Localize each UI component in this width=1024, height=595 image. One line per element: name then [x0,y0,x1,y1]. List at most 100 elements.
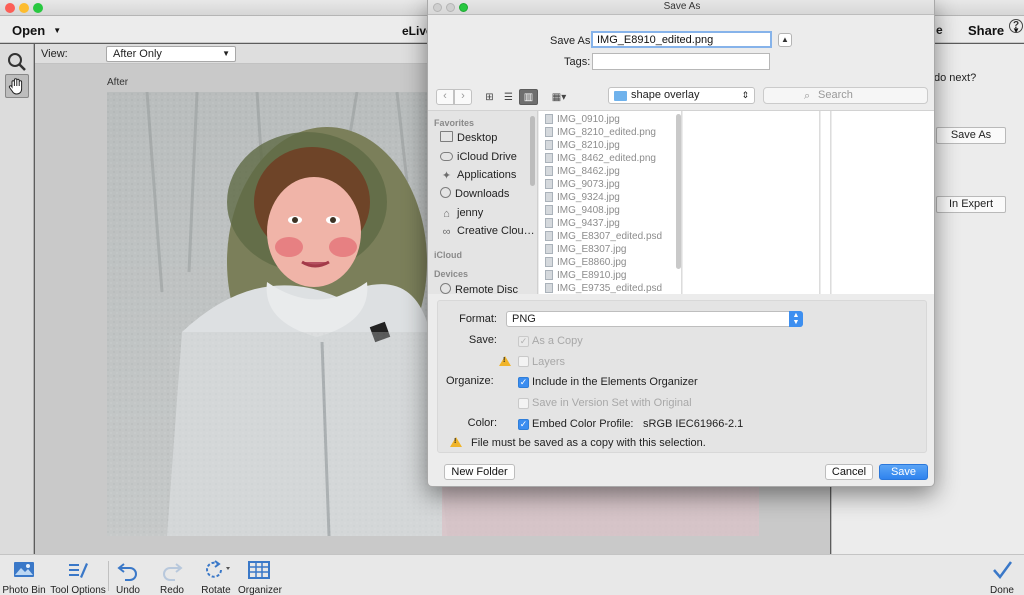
file-item[interactable]: IMG_8462.jpg [545,165,620,178]
file-item[interactable]: IMG_E8307_edited.psd [545,230,662,243]
file-item[interactable]: IMG_E8910.jpg [545,269,627,282]
zoom-window-button[interactable] [33,3,43,13]
in-expert-button[interactable]: In Expert [936,196,1006,213]
mode-tab-partial[interactable]: e [936,23,943,37]
color-profile-name: sRGB IEC61966-2.1 [643,418,744,430]
list-view-button[interactable]: ☰ [499,89,518,105]
chevron-left-icon: ‹ [443,90,447,102]
done-button[interactable]: Done [986,555,1018,595]
image-file-icon [545,231,553,241]
sidebar-item-home[interactable]: ⌂ jenny [440,205,483,221]
updown-arrows-icon: ▲ ▼ [789,311,803,327]
rotate-button[interactable]: Rotate [198,555,234,595]
as-a-copy-checkbox[interactable]: ✓ [518,336,529,347]
hand-tool-button[interactable] [5,74,29,98]
sidebar-item-label: Remote Disc [455,284,518,294]
cancel-button[interactable]: Cancel [825,464,873,480]
sidebar-item-creative-cloud[interactable]: ∞ Creative Clou… [440,223,535,239]
redo-button[interactable]: Redo [156,555,188,595]
open-menu[interactable]: Open ▼ [12,23,61,38]
search-input[interactable]: ⌕ Search [763,87,928,104]
sidebar-scrollbar[interactable] [530,116,535,186]
file-name: IMG_E8910.jpg [557,270,627,281]
share-menu-label: Share [968,23,1005,38]
open-menu-label: Open [12,23,46,38]
dialog-title: Save As [663,1,701,12]
file-item[interactable]: IMG_E8860.jpg [545,256,627,269]
icon-view-button[interactable]: ⊞ [480,89,499,105]
file-item[interactable]: IMG_9073.jpg [545,178,620,191]
file-name: IMG_8462_edited.png [557,153,656,164]
location-popup[interactable]: shape overlay ⇕ [608,87,755,104]
tool-panel [0,44,34,554]
version-set-checkbox[interactable] [518,398,529,409]
applications-icon: ✦ [441,170,452,182]
column-view-button[interactable]: ▥ [519,89,538,105]
sidebar-item-downloads[interactable]: Downloads [440,186,509,202]
save-button[interactable]: Save [879,464,928,480]
file-item[interactable]: IMG_0910.jpg [545,113,620,126]
embed-profile-checkbox[interactable]: ✓ [518,419,529,430]
new-folder-button[interactable]: New Folder [444,464,515,480]
grid-icon: ⊞ [485,92,494,103]
magnifier-icon [8,53,26,71]
file-item[interactable]: IMG_9408.jpg [545,204,620,217]
tags-input[interactable] [592,53,770,70]
view-label: View: [41,48,68,60]
tool-options-button[interactable]: Tool Options [50,555,106,595]
close-window-button[interactable] [5,3,15,13]
file-name: IMG_E8307.jpg [557,244,627,255]
image-file-icon [545,114,553,124]
organizer-button[interactable]: Organizer [238,555,282,595]
file-name: IMG_E8860.jpg [557,257,627,268]
filename-input[interactable] [591,31,772,48]
list-icon: ☰ [504,92,513,103]
file-list-scrollbar[interactable] [676,114,681,269]
forward-button[interactable]: › [454,89,472,105]
dialog-close-button[interactable] [433,3,442,12]
minimize-window-button[interactable] [19,3,29,13]
sidebar-item-desktop[interactable]: Desktop [440,130,497,146]
view-mode-select[interactable]: After Only ▼ [106,46,236,62]
undo-button[interactable]: Undo [112,555,144,595]
include-organizer-checkbox[interactable]: ✓ [518,377,529,388]
image-file-icon [545,127,553,137]
after-label: After [107,77,129,88]
file-name: IMG_E9735_edited.psd [557,283,663,294]
layers-checkbox[interactable] [518,356,529,367]
file-item[interactable]: IMG_E9735_edited.psd [545,282,662,294]
format-select[interactable]: PNG ▲ ▼ [506,311,803,327]
sidebar-item-remote-disc[interactable]: Remote Disc [440,282,518,294]
save-as-panel-button[interactable]: Save As [936,127,1006,144]
sidebar-item-applications[interactable]: ✦ Applications [440,167,516,183]
zoom-tool-button[interactable] [5,50,29,74]
save-options-panel: Format: PNG ▲ ▼ Save: ✓ As a Copy ! Layer… [437,300,927,453]
gallery-icon: ▦▾ [551,92,567,103]
photo-bin-icon [14,562,34,577]
file-item[interactable]: IMG_E8307.jpg [545,243,627,256]
dialog-title-bar: Save As [428,0,934,15]
collapse-dialog-button[interactable]: ▲ [778,33,792,47]
image-file-icon [545,244,553,254]
chevron-down-icon: ▼ [222,49,230,58]
photo-bin-button[interactable]: Photo Bin [2,555,46,595]
file-item[interactable]: IMG_8462_edited.png [545,152,656,165]
gallery-view-button[interactable]: ▦▾ [545,89,573,105]
dialog-minimize-button[interactable] [446,3,455,12]
bottom-toolbar: Photo Bin Tool Options Undo Redo Rotate … [0,554,1024,595]
back-button[interactable]: ‹ [436,89,454,105]
sidebar-item-icloud-drive[interactable]: iCloud Drive [440,149,517,165]
file-item[interactable]: IMG_9324.jpg [545,191,620,204]
color-label: Color: [467,417,497,429]
file-item[interactable]: IMG_8210_edited.png [545,126,656,139]
file-list-column: IMG_0910.jpg IMG_8210_edited.png IMG_821… [539,111,682,294]
desktop-icon [440,131,453,142]
file-item[interactable]: IMG_8210.jpg [545,139,620,152]
chevron-down-icon: ▼ [53,26,62,35]
dialog-toolbar: ‹ › ⊞ ☰ ▥ ▦▾ shape overlay ⇕ ⌕ Search [428,83,934,111]
file-item[interactable]: IMG_9437.jpg [545,217,620,230]
sidebar-item-label: Desktop [457,132,498,144]
dialog-zoom-button[interactable] [459,3,468,12]
help-icon[interactable]: ? [1009,19,1023,33]
image-file-icon [545,192,553,202]
